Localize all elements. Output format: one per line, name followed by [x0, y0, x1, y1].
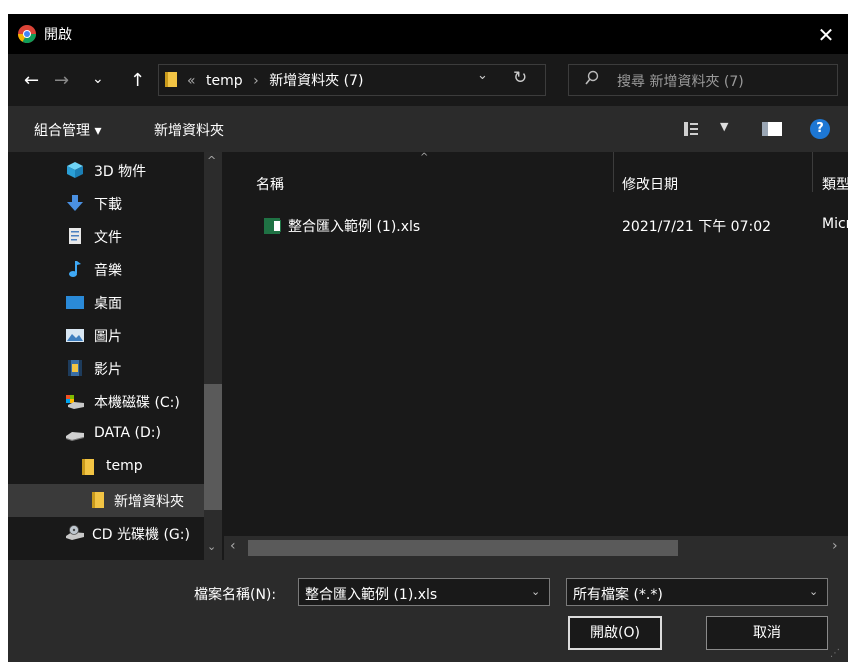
- sidebar-item-temp[interactable]: temp: [8, 451, 204, 484]
- sidebar-item-drive-c[interactable]: 本機磁碟 (C:): [8, 385, 204, 418]
- sidebar-item-label: temp: [106, 458, 143, 474]
- sidebar-item-label: CD 光碟機 (G:): [92, 527, 190, 543]
- filename-label: 檔案名稱(N):: [194, 587, 277, 603]
- scroll-up-button[interactable]: ^: [207, 154, 216, 167]
- dialog-footer: 檔案名稱(N): 整合匯入範例 (1).xls ⌄ 所有檔案 (*.*) ⌄ 開…: [8, 560, 848, 662]
- scroll-left-button[interactable]: ‹: [230, 538, 236, 554]
- preview-pane-icon[interactable]: [762, 122, 782, 136]
- search-box[interactable]: 搜尋 新增資料夾 (7): [568, 64, 838, 96]
- desktop-icon: [66, 296, 84, 309]
- folder-icon: [92, 492, 104, 508]
- sidebar-item-label: 下載: [94, 197, 122, 213]
- download-icon: [67, 195, 83, 211]
- breadcrumb-prefix[interactable]: «: [187, 73, 196, 89]
- title-bar: 開啟 ✕: [8, 14, 848, 54]
- scroll-down-button[interactable]: ⌄: [207, 540, 216, 553]
- back-button[interactable]: ←: [24, 72, 39, 90]
- refresh-button[interactable]: ↻: [513, 68, 527, 88]
- recent-locations-button[interactable]: ⌄: [92, 70, 104, 88]
- sidebar-item-3d-objects[interactable]: 3D 物件: [8, 154, 204, 187]
- folder-icon: [165, 72, 177, 87]
- breadcrumb-separator[interactable]: ›: [247, 73, 265, 89]
- sidebar-item-videos[interactable]: 影片: [8, 352, 204, 385]
- sidebar-item-label: 3D 物件: [94, 164, 147, 180]
- scrollbar-thumb[interactable]: [248, 540, 678, 556]
- view-options-dropdown[interactable]: ▼: [720, 120, 728, 133]
- sidebar-item-label: 桌面: [94, 296, 122, 312]
- breadcrumb-item-temp[interactable]: temp: [200, 73, 243, 89]
- breadcrumb-item-current[interactable]: 新增資料夾 (7): [269, 73, 363, 89]
- filter-value: 所有檔案 (*.*): [573, 587, 663, 603]
- filename-input[interactable]: 整合匯入範例 (1).xls ⌄: [298, 578, 550, 606]
- 3d-objects-icon: [67, 162, 83, 178]
- filter-dropdown-button[interactable]: ⌄: [809, 585, 818, 598]
- horizontal-scrollbar[interactable]: ‹ ›: [224, 536, 848, 560]
- open-button[interactable]: 開啟(O): [568, 616, 662, 650]
- sidebar-item-label: 圖片: [94, 329, 122, 345]
- breadcrumb: « temp › 新增資料夾 (7): [187, 70, 363, 90]
- documents-icon: [69, 228, 81, 244]
- file-list-pane: ^ 名稱 修改日期 類型 整合匯入範例 (1).xls 2021/7/21 下午…: [224, 152, 848, 560]
- sidebar-item-documents[interactable]: 文件: [8, 220, 204, 253]
- window-title: 開啟: [44, 27, 72, 43]
- help-icon[interactable]: ?: [810, 119, 830, 139]
- table-row[interactable]: 整合匯入範例 (1).xls 2021/7/21 下午 07:02 Micro: [224, 212, 848, 240]
- scroll-right-button[interactable]: ›: [832, 538, 838, 554]
- cancel-button[interactable]: 取消: [706, 616, 828, 650]
- column-header-name[interactable]: 名稱: [256, 174, 284, 194]
- sidebar-scrollbar[interactable]: ^ ⌄: [204, 152, 222, 560]
- excel-file-icon: [264, 218, 281, 234]
- navigation-pane: 3D 物件 下載 文件 音樂 桌面 圖片 影片 本機磁碟 (C:) DATA (…: [8, 152, 224, 560]
- view-details-icon[interactable]: [684, 122, 698, 136]
- search-icon: [585, 70, 599, 85]
- sidebar-item-label: 新增資料夾: [114, 494, 184, 510]
- sidebar-item-label: 本機磁碟 (C:): [94, 395, 180, 411]
- cd-drive-icon: [66, 525, 84, 540]
- videos-icon: [68, 360, 82, 376]
- sidebar-item-cd-drive[interactable]: CD 光碟機 (G:): [8, 517, 204, 550]
- scrollbar-thumb[interactable]: [204, 384, 222, 510]
- search-placeholder: 搜尋 新增資料夾 (7): [617, 74, 744, 90]
- sidebar-item-new-folder[interactable]: 新增資料夾: [8, 484, 204, 517]
- pictures-icon: [66, 329, 84, 342]
- music-icon: [69, 261, 81, 277]
- sidebar-item-label: 影片: [94, 362, 122, 378]
- folder-icon: [82, 459, 94, 475]
- file-date: 2021/7/21 下午 07:02: [622, 219, 772, 235]
- column-header-type[interactable]: 類型: [822, 174, 848, 194]
- chrome-icon: [18, 25, 36, 43]
- organize-button[interactable]: 組合管理 ▾: [34, 120, 101, 140]
- file-name: 整合匯入範例 (1).xls: [288, 219, 421, 235]
- navigation-bar: ← → ⌄ ↑ « temp › 新增資料夾 (7) ⌄ ↻ 搜尋 新增資料夾 …: [8, 54, 848, 106]
- resize-grip-icon[interactable]: ⋰: [830, 648, 840, 659]
- drive-c-icon: [66, 395, 84, 409]
- drive-d-icon: [66, 432, 84, 441]
- column-divider[interactable]: [613, 152, 614, 192]
- column-divider[interactable]: [812, 152, 813, 192]
- sort-indicator-icon: ^: [420, 152, 429, 163]
- address-dropdown-button[interactable]: ⌄: [477, 68, 488, 83]
- command-bar: 組合管理 ▾ 新增資料夾 ▼ ?: [8, 106, 848, 152]
- address-bar[interactable]: « temp › 新增資料夾 (7) ⌄ ↻: [158, 64, 546, 96]
- open-file-dialog: 開啟 ✕ ← → ⌄ ↑ « temp › 新增資料夾 (7) ⌄ ↻ 搜尋 新…: [8, 14, 848, 662]
- sidebar-item-label: 音樂: [94, 263, 122, 279]
- column-header-date[interactable]: 修改日期: [622, 174, 678, 194]
- sidebar-item-downloads[interactable]: 下載: [8, 187, 204, 220]
- sidebar-item-drive-d[interactable]: DATA (D:): [8, 418, 204, 451]
- filename-dropdown-button[interactable]: ⌄: [531, 585, 540, 598]
- file-type: Micro: [822, 216, 848, 232]
- up-button[interactable]: ↑: [130, 72, 145, 90]
- sidebar-item-label: 文件: [94, 230, 122, 246]
- filename-value: 整合匯入範例 (1).xls: [305, 587, 438, 603]
- sidebar-item-desktop[interactable]: 桌面: [8, 286, 204, 319]
- new-folder-button[interactable]: 新增資料夾: [154, 120, 224, 140]
- sidebar-item-label: DATA (D:): [94, 425, 161, 441]
- close-button[interactable]: ✕: [808, 20, 844, 50]
- sidebar-item-pictures[interactable]: 圖片: [8, 319, 204, 352]
- forward-button[interactable]: →: [54, 72, 69, 90]
- file-type-filter-select[interactable]: 所有檔案 (*.*) ⌄: [566, 578, 828, 606]
- sidebar-item-music[interactable]: 音樂: [8, 253, 204, 286]
